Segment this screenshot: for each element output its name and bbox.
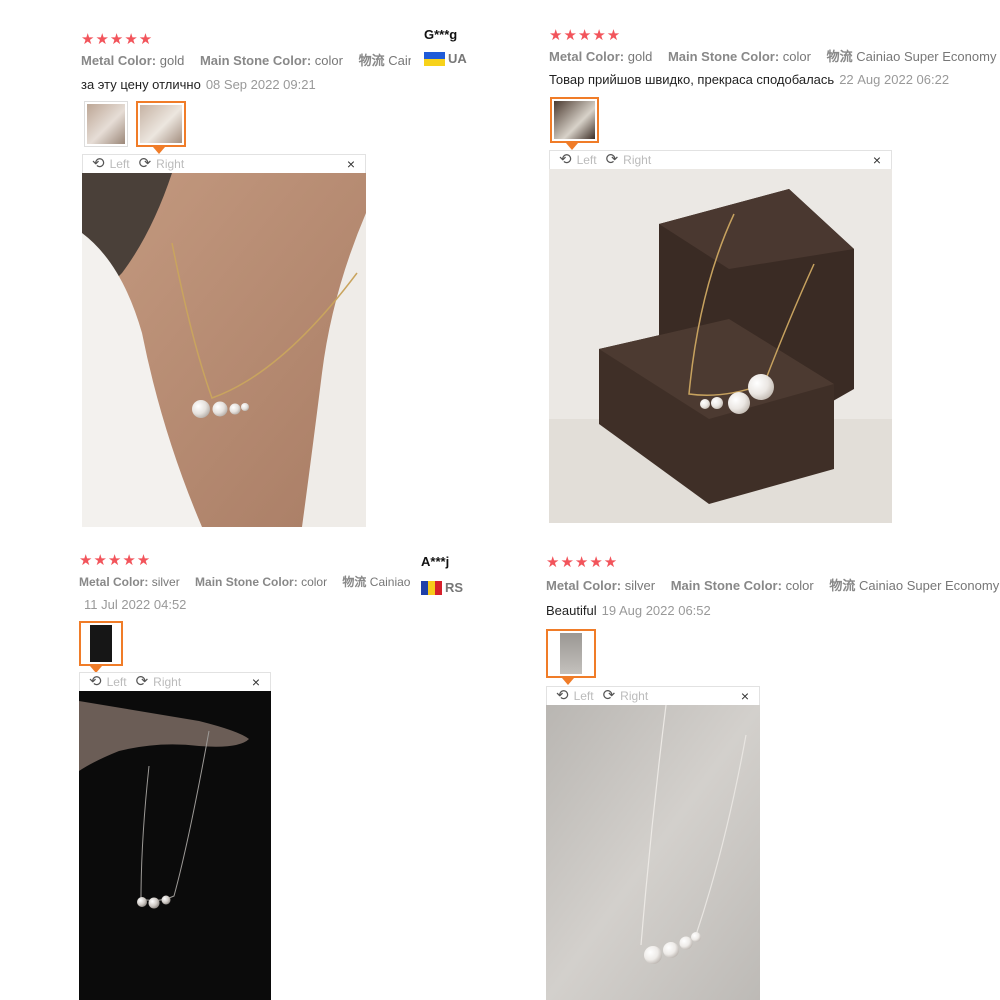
shipping-value: Cainiao Super Economy [859, 578, 1000, 593]
shipping-label: 物流 [826, 49, 853, 64]
dark-necklace-illustration [79, 691, 271, 1000]
silver-necklace-illustration [546, 705, 760, 1000]
thumbnail-pointer [562, 678, 574, 685]
stone-color-label: Main Stone Color: [199, 53, 312, 68]
stone-color-label: Main Stone Color: [195, 575, 298, 589]
review-date: 19 Aug 2022 06:52 [601, 603, 711, 618]
necklace-photo-illustration [82, 173, 366, 527]
stone-color-value: color [301, 575, 328, 589]
reviewer-country: RS [421, 580, 463, 595]
comment-text: Beautiful [546, 603, 597, 618]
close-icon[interactable]: × [347, 156, 355, 172]
rotate-left-button[interactable]: Left [107, 675, 127, 689]
country-code: RS [445, 580, 464, 595]
country-flag-icon [421, 580, 442, 595]
review-date: 22 Aug 2022 06:22 [839, 72, 950, 87]
star-rating: ★★★★★ [549, 27, 622, 44]
stone-color-value: color [782, 49, 811, 64]
metal-color-label: Metal Color: [549, 49, 625, 64]
rotate-right-icon[interactable]: ⟳ [139, 156, 152, 171]
sku-attributes: Metal Color: silver Main Stone Color: co… [79, 574, 412, 590]
image-toolbar: ⟲ Left ⟳ Right × [549, 150, 892, 169]
review-photo-large [79, 691, 271, 1000]
metal-color-value: silver [151, 575, 180, 589]
review-thumbnail[interactable] [84, 101, 128, 147]
reviewer-country: UA [424, 51, 467, 66]
shipping-label: 物流 [358, 53, 385, 68]
review-thumbnail-selected[interactable] [550, 97, 599, 143]
rotate-left-button[interactable]: Left [110, 157, 130, 171]
rotate-right-icon[interactable]: ⟳ [136, 674, 149, 689]
close-icon[interactable]: × [741, 688, 749, 704]
metal-color-label: Metal Color: [81, 53, 157, 68]
rotate-left-icon[interactable]: ⟲ [89, 674, 102, 689]
rotate-right-button[interactable]: Right [156, 157, 184, 171]
review-date: 11 Jul 2022 04:52 [84, 597, 187, 612]
rotate-left-button[interactable]: Left [577, 153, 597, 167]
stone-color-value: color [785, 578, 814, 593]
metal-color-value: gold [159, 53, 185, 68]
stone-color-label: Main Stone Color: [670, 578, 782, 593]
rotate-right-button[interactable]: Right [153, 675, 181, 689]
sku-attributes: Metal Color: gold Main Stone Color: colo… [549, 49, 1000, 65]
review-thumbnail-selected[interactable] [546, 629, 596, 678]
review-comment: Beautiful 19 Aug 2022 06:52 [546, 603, 711, 619]
close-icon[interactable]: × [252, 674, 260, 690]
close-icon[interactable]: × [873, 152, 881, 168]
rotate-left-button[interactable]: Left [574, 689, 594, 703]
shipping-value: Cainiao Super Economy [856, 49, 997, 64]
comment-text: за эту цену отлично [81, 77, 201, 92]
review-thumbnail-selected[interactable] [79, 621, 123, 666]
review-comment: Товар прийшов швидко, прекраса сподобала… [549, 72, 949, 88]
thumbnail-pointer [153, 147, 165, 154]
rotate-right-button[interactable]: Right [623, 153, 651, 167]
image-toolbar: ⟲ Left ⟳ Right × [79, 672, 271, 691]
rotate-right-icon[interactable]: ⟳ [606, 152, 619, 167]
shipping-value: Caini [388, 53, 411, 68]
stone-color-label: Main Stone Color: [667, 49, 780, 64]
review-photo-large [546, 705, 760, 1000]
sku-attributes: Metal Color: gold Main Stone Color: colo… [81, 53, 411, 69]
star-rating: ★★★★★ [79, 552, 152, 569]
sku-attributes: Metal Color: silver Main Stone Color: co… [546, 578, 1000, 594]
image-toolbar: ⟲ Left ⟳ Right × [82, 154, 366, 173]
shipping-value: Cainiao Ex [369, 575, 412, 589]
review-photo-large [549, 169, 892, 523]
rotate-right-icon[interactable]: ⟳ [603, 688, 616, 703]
review-date: 08 Sep 2022 09:21 [205, 77, 316, 92]
star-rating: ★★★★★ [81, 31, 154, 48]
shipping-label: 物流 [829, 578, 856, 593]
reviewer-name: G***g [424, 27, 458, 42]
stone-color-value: color [314, 53, 343, 68]
reviewer-name: A***j [421, 554, 450, 569]
metal-color-value: silver [624, 578, 656, 593]
shipping-label: 物流 [342, 575, 367, 589]
metal-color-value: gold [627, 49, 653, 64]
star-rating: ★★★★★ [546, 554, 619, 571]
review-comment: за эту цену отлично 08 Sep 2022 09:21 [81, 77, 316, 93]
rotate-left-icon[interactable]: ⟲ [92, 156, 105, 171]
review-comment: 11 Jul 2022 04:52 [79, 597, 186, 613]
image-toolbar: ⟲ Left ⟳ Right × [546, 686, 760, 705]
review-photo-large [82, 173, 366, 527]
review-thumbnail-selected[interactable] [136, 101, 186, 147]
rotate-left-icon[interactable]: ⟲ [556, 688, 569, 703]
thumbnail-pointer [566, 143, 578, 150]
comment-text: Товар прийшов швидко, прекраса сподобала… [549, 72, 835, 87]
rotate-right-button[interactable]: Right [620, 689, 648, 703]
jewelry-box-illustration [549, 169, 892, 523]
metal-color-label: Metal Color: [546, 578, 622, 593]
ukraine-flag-icon [424, 51, 445, 66]
rotate-left-icon[interactable]: ⟲ [559, 152, 572, 167]
metal-color-label: Metal Color: [79, 575, 149, 589]
country-code: UA [448, 51, 467, 66]
